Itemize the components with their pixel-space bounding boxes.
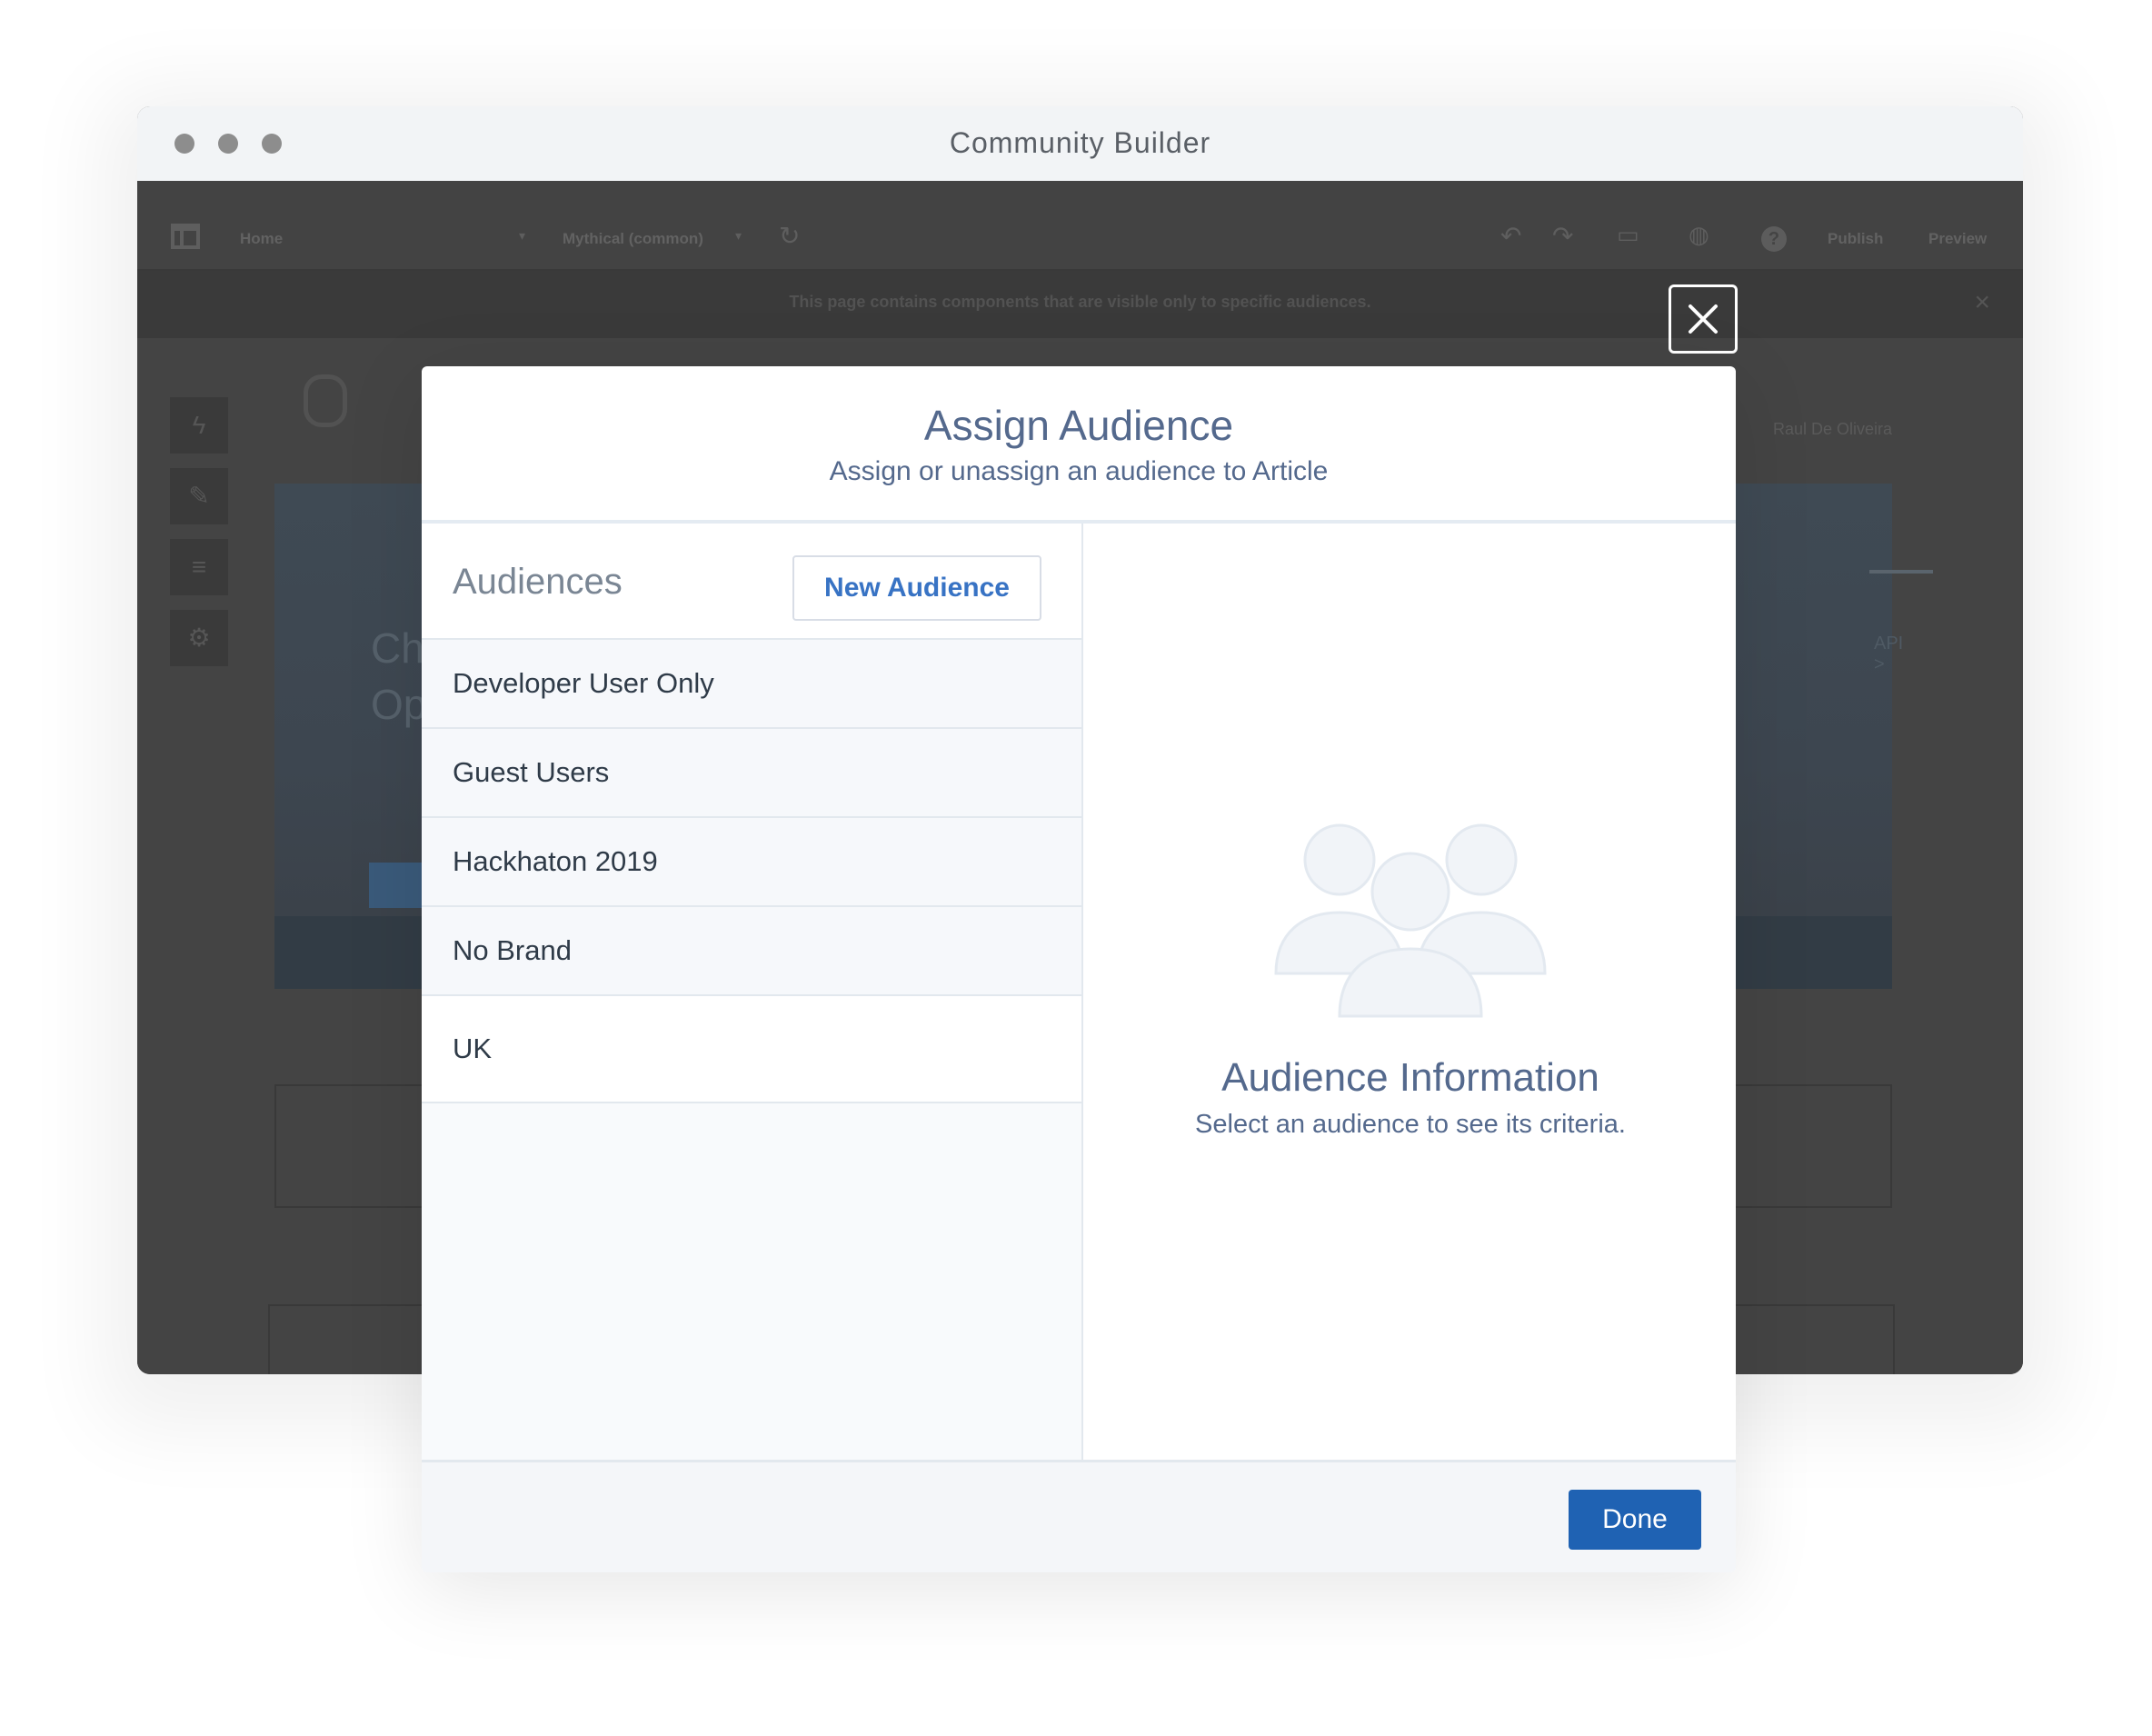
layout-icon[interactable] bbox=[171, 224, 200, 249]
audience-info-title: Audience Information bbox=[1221, 1055, 1599, 1100]
modal-subtitle: Assign or unassign an audience to Articl… bbox=[829, 456, 1329, 486]
gear-icon[interactable]: ⚙ bbox=[170, 610, 228, 666]
modal-footer: Done bbox=[422, 1460, 1736, 1572]
globe-icon[interactable]: ◍ bbox=[1689, 221, 1709, 249]
page-select[interactable]: Home bbox=[240, 230, 283, 248]
builder-toolbar: Home ▾ Mythical (common) ▾ ↻ ↶ ↷ ▭ ◍ ? P… bbox=[137, 181, 2023, 271]
audience-list-header: Audiences New Audience bbox=[422, 524, 1081, 640]
device-icon[interactable]: ▭ bbox=[1617, 221, 1639, 249]
close-icon bbox=[1689, 304, 1718, 334]
redo-icon[interactable]: ↷ bbox=[1552, 221, 1573, 251]
audience-group-icon bbox=[1274, 823, 1547, 1018]
audience-item[interactable]: UK bbox=[422, 996, 1081, 1103]
preview-button[interactable]: Preview bbox=[1928, 230, 1987, 248]
brush-icon[interactable]: ✎ bbox=[170, 468, 228, 524]
help-icon[interactable]: ? bbox=[1761, 226, 1787, 252]
banner-text: This page contains components that are v… bbox=[789, 293, 1371, 311]
audiences-heading: Audiences bbox=[453, 562, 623, 602]
lightning-icon[interactable]: ϟ bbox=[170, 397, 228, 454]
done-button[interactable]: Done bbox=[1569, 1490, 1701, 1550]
audience-list-pane: Audiences New Audience Developer User On… bbox=[422, 524, 1083, 1460]
window-titlebar: Community Builder bbox=[137, 106, 2023, 181]
assign-audience-modal: Assign Audience Assign or unassign an au… bbox=[422, 366, 1736, 1572]
theme-select[interactable]: Mythical (common) bbox=[563, 230, 703, 248]
audience-item[interactable]: No Brand bbox=[422, 907, 1081, 996]
hero-heading-line: Ch bbox=[371, 624, 424, 672]
undo-icon[interactable]: ↶ bbox=[1500, 221, 1521, 251]
audience-info-pane: Audience Information Select an audience … bbox=[1085, 524, 1736, 1460]
audience-list: Developer User Only Guest Users Hackhato… bbox=[422, 640, 1081, 1103]
list-icon[interactable]: ≡ bbox=[170, 539, 228, 595]
audience-item[interactable]: Developer User Only bbox=[422, 640, 1081, 729]
hero-link[interactable]: API > bbox=[1874, 634, 1903, 675]
modal-header: Assign Audience Assign or unassign an au… bbox=[422, 366, 1736, 524]
hero-heading: Ch Op bbox=[371, 620, 426, 733]
modal-title: Assign Audience bbox=[923, 402, 1234, 449]
audience-item[interactable]: Guest Users bbox=[422, 729, 1081, 818]
chevron-down-icon[interactable]: ▾ bbox=[519, 228, 525, 244]
audience-item[interactable]: Hackhaton 2019 bbox=[422, 818, 1081, 907]
audience-banner: This page contains components that are v… bbox=[137, 271, 2023, 338]
audience-info-text: Select an audience to see its criteria. bbox=[1195, 1110, 1626, 1139]
site-logo bbox=[304, 374, 347, 427]
hero-button[interactable] bbox=[369, 863, 423, 908]
window-title: Community Builder bbox=[949, 126, 1211, 159]
hero-divider bbox=[1869, 570, 1933, 574]
hero-heading-line: Op bbox=[371, 681, 427, 728]
chevron-down-icon[interactable]: ▾ bbox=[735, 228, 742, 244]
user-menu[interactable]: Raul De Oliveira bbox=[1773, 420, 1892, 439]
new-audience-button[interactable]: New Audience bbox=[792, 555, 1041, 621]
publish-button[interactable]: Publish bbox=[1828, 230, 1883, 248]
modal-close-button[interactable] bbox=[1669, 284, 1738, 354]
banner-close-icon[interactable]: × bbox=[1974, 287, 1990, 318]
refresh-icon[interactable]: ↻ bbox=[779, 221, 800, 251]
